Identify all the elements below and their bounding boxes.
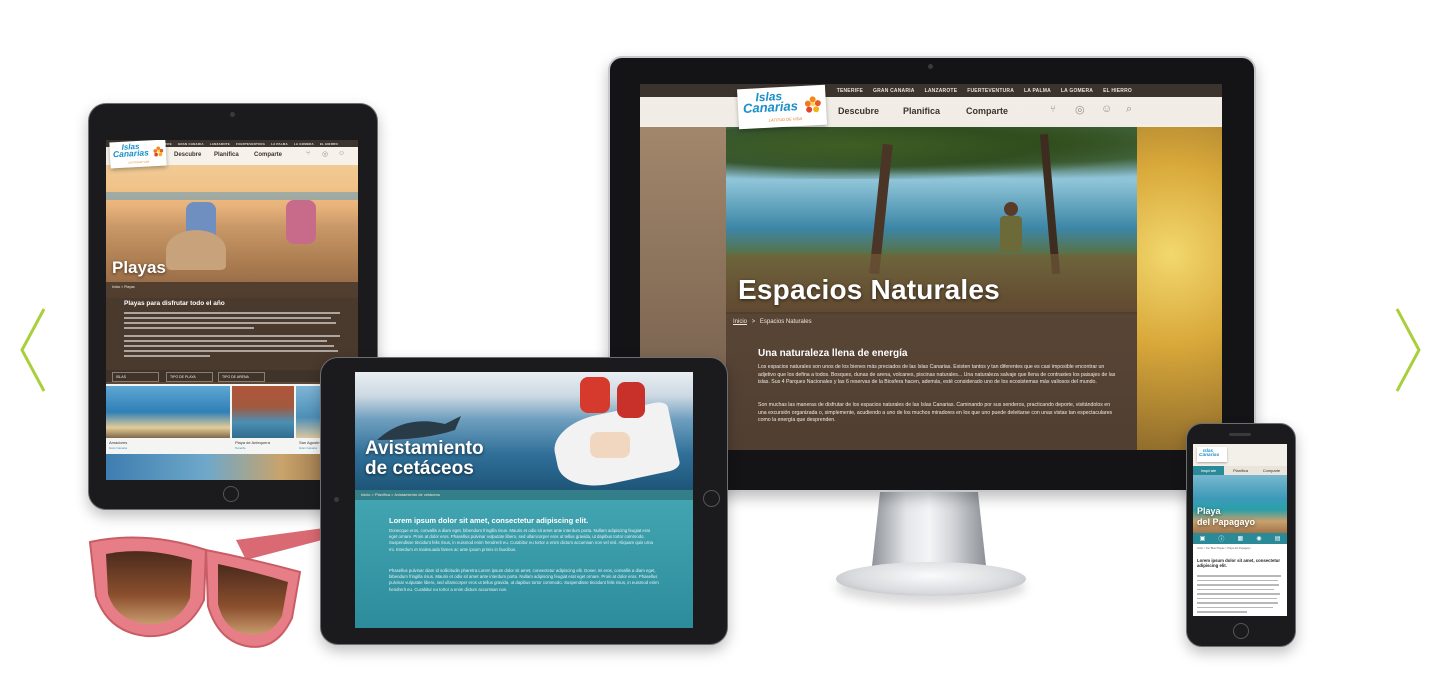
camera-icon[interactable]: ▣ [1200, 535, 1206, 542]
tc-breadcrumb: Inicio > Planifica > Avistamiento de cet… [361, 492, 440, 497]
monitor-camera [928, 64, 933, 69]
ph-logo[interactable]: Islas Canarias [1197, 447, 1227, 462]
phone-home-button[interactable] [1233, 623, 1249, 639]
tl-breadcrumb: Inicio > Playas [112, 285, 135, 289]
tl-logo-tagline: LATITUD DE VIDA [128, 160, 150, 165]
tc-hero-title-line1: Avistamiento [365, 438, 484, 459]
island-link-fuerteventura[interactable]: FUERTEVENTURA [967, 88, 1014, 94]
breadcrumb-home-link[interactable]: Inicio [733, 319, 747, 325]
user-icon[interactable]: ☺ [1101, 103, 1112, 115]
breadcrumb: Inicio > Espacios Naturales [733, 319, 812, 325]
carousel-next-button[interactable] [1393, 305, 1423, 395]
tc-content-paragraph-1: Donecque eros, convallis a diam eget, bi… [389, 528, 653, 552]
tl-card-image-1[interactable] [106, 386, 230, 438]
tl-hero-title: Playas [112, 258, 166, 277]
breadcrumb-separator: > [751, 319, 756, 325]
info-icon[interactable]: ⓘ [1218, 534, 1224, 543]
content-paragraph-2: Son muchas las maneras de disfrutar de l… [758, 402, 1113, 424]
tablet-center-home-button[interactable] [703, 490, 720, 507]
sunglasses-image [88, 528, 324, 648]
nav-descubre[interactable]: Descubre [838, 106, 879, 116]
chevron-left-icon [20, 308, 46, 392]
chevron-right-icon [1395, 308, 1421, 392]
map-pin-icon[interactable]: ◉ [1256, 535, 1261, 542]
globe-icon[interactable]: ◎ [1075, 103, 1085, 116]
island-link-gran-canaria[interactable]: GRAN CANARIA [873, 88, 915, 94]
flower-icon [804, 96, 821, 113]
ph-breadcrumb: Inicio > Sur Blue Playas > Playa del Pap… [1197, 547, 1251, 550]
tl-site-logo[interactable]: Islas Canarias LATITUD DE VIDA [109, 140, 167, 169]
tl-logo-canarias: Canarias [112, 147, 150, 160]
ph-nav-planifica[interactable]: Planifica [1225, 466, 1256, 475]
hero-side-right-image [1137, 124, 1222, 450]
logo-tagline: LATITUD DE VIDA [768, 115, 803, 123]
island-link-tenerife[interactable]: TENERIFE [837, 88, 863, 94]
tl-share-icon[interactable]: ⑂ [306, 150, 310, 157]
tl-island-fuerteventura[interactable]: FUERTEVENTURA [236, 142, 265, 146]
site-logo[interactable]: Islas Canarias LATITUD DE VIDA [737, 84, 827, 130]
nav-planifica[interactable]: Planifica [903, 106, 940, 116]
tc-hero-title-line2: de cetáceos [365, 458, 474, 479]
breadcrumb-current: Espacios Naturales [759, 319, 812, 325]
tl-user-icon[interactable]: ☺ [338, 150, 345, 157]
tablet-center-screen: Avistamiento de cetáceos Inicio > Planif… [355, 372, 693, 628]
tc-content-paragraph-2: Phasellus pulvinar diam id sollicitudin … [389, 568, 659, 592]
ph-content-text [1197, 575, 1281, 616]
tl-nav-planifica[interactable]: Planifica [214, 152, 239, 158]
island-bar: TENERIFE GRAN CANARIA LANZAROTE FUERTEVE… [640, 84, 1222, 97]
ph-hero-title-line1: Playa [1197, 506, 1221, 516]
tc-content-heading: Lorem ipsum dolor sit amet, consectetur … [389, 516, 589, 525]
tl-globe-icon[interactable]: ◎ [322, 150, 328, 158]
hero-title: Espacios Naturales [738, 274, 1000, 305]
tl-card-title-3[interactable]: San Agustín [299, 440, 321, 445]
carousel-prev-button[interactable] [18, 305, 48, 395]
phone-screen: Islas Canarias Inspírate Planifica Compa… [1193, 444, 1287, 616]
tl-island-el-hierro[interactable]: EL HIERRO [320, 142, 338, 146]
tablet-center-camera [334, 497, 339, 502]
tl-filter-islas[interactable]: ISLAS [112, 372, 159, 382]
ph-content-heading: Lorem ipsum dolor sit amet, consectetur … [1197, 558, 1281, 569]
tl-card-title-1[interactable]: Amadores [109, 440, 127, 445]
island-link-lanzarote[interactable]: LANZAROTE [925, 88, 958, 94]
tl-island-lanzarote[interactable]: LANZAROTE [210, 142, 230, 146]
ph-hero-title-line2: del Papagayo [1197, 517, 1256, 527]
share-icon[interactable]: ⑂ [1050, 104, 1056, 115]
tl-content-text [124, 312, 340, 360]
nav-comparte[interactable]: Comparte [966, 106, 1008, 116]
search-icon[interactable]: ⌕ [1126, 103, 1132, 116]
ph-nav-comparte[interactable]: Comparte [1256, 466, 1287, 475]
main-nav: Descubre Planifica Comparte ⑂ ◎ ☺ ⌕ [640, 97, 1222, 127]
island-link-la-palma[interactable]: LA PALMA [1024, 88, 1051, 94]
ph-nav-inspirate[interactable]: Inspírate [1193, 466, 1224, 475]
ph-icon-bar: ▣ ⓘ ▦ ◉ ▤ [1193, 533, 1287, 544]
tablet-left-home-button[interactable] [223, 486, 239, 502]
tl-filter-tipo-playa[interactable]: TIPO DE PLAYA [166, 372, 213, 382]
tl-nav-descubre[interactable]: Descubre [174, 152, 201, 158]
tl-island-gran-canaria[interactable]: GRAN CANARIA [178, 142, 204, 146]
tl-card-island-3: Gran Canaria [299, 446, 318, 450]
ph-logo-canarias: Canarias [1199, 453, 1220, 458]
content-paragraph-1: Los espacios naturales son unos de los b… [758, 364, 1116, 386]
tl-card-image-2[interactable] [232, 386, 294, 438]
monitor-base [836, 562, 1026, 596]
tl-nav-comparte[interactable]: Comparte [254, 152, 282, 158]
monitor-stand [872, 482, 986, 566]
tl-content-heading: Playas para disfrutar todo el año [124, 300, 225, 307]
tablet-left-camera [230, 112, 235, 117]
phone-speaker [1229, 433, 1251, 436]
tl-card-title-2[interactable]: Playa de Antequera [235, 440, 270, 445]
tl-flower-icon [153, 146, 164, 157]
tl-card-island-2: Tenerife [235, 446, 246, 450]
gallery-icon[interactable]: ▤ [1275, 535, 1281, 542]
logo-word-canarias: Canarias [742, 98, 799, 117]
tl-filter-tipo-arena[interactable]: TIPO DE ARENA [218, 372, 265, 382]
content-heading: Una naturaleza llena de energía [758, 348, 908, 359]
island-link-el-hierro[interactable]: EL HIERRO [1103, 88, 1132, 94]
tl-card-island-1: Gran Canaria [109, 446, 128, 450]
island-link-la-gomera[interactable]: LA GOMERA [1061, 88, 1093, 94]
tl-island-la-palma[interactable]: LA PALMA [271, 142, 288, 146]
tl-island-la-gomera[interactable]: LA GOMERA [294, 142, 314, 146]
calendar-icon[interactable]: ▦ [1238, 535, 1244, 542]
